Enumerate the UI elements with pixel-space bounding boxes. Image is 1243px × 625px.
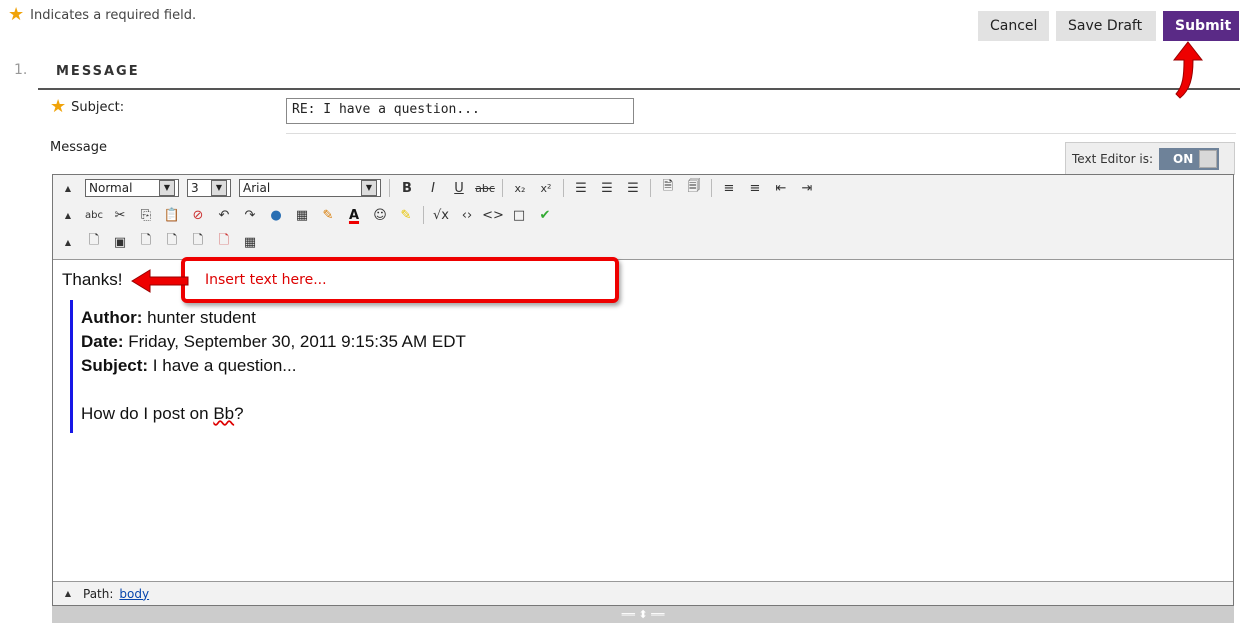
draw-icon[interactable]: ✎ — [319, 206, 337, 224]
size-select[interactable]: 3 ▼ — [187, 179, 231, 197]
collapse-path-icon[interactable]: ▲ — [59, 585, 77, 603]
section-number: 1. — [14, 62, 28, 78]
bulleted-list-icon[interactable]: ≡ — [746, 179, 764, 197]
required-note: ★ Indicates a required field. — [8, 4, 197, 25]
insert-image-icon[interactable]: ▣ — [111, 233, 129, 251]
annotation-callout: Insert text here... — [181, 257, 619, 303]
highlight-icon[interactable]: ✎ — [397, 206, 415, 224]
section-title: MESSAGE — [56, 64, 140, 79]
subject-label: ★ Subject: — [50, 96, 125, 117]
required-star-icon: ★ — [8, 4, 25, 25]
collapse-toolbar-icon[interactable]: ▲ — [59, 206, 77, 224]
outdent-icon[interactable]: ⇤ — [772, 179, 790, 197]
table-icon[interactable]: ▦ — [293, 206, 311, 224]
required-star-icon: ★ — [50, 96, 67, 117]
align-left-icon[interactable]: ☰ — [572, 179, 590, 197]
font-select[interactable]: Arial ▼ — [239, 179, 381, 197]
cancel-button[interactable]: Cancel — [978, 11, 1049, 41]
italic-icon[interactable]: I — [424, 179, 442, 197]
find-icon[interactable]: 🗎 — [659, 179, 677, 197]
toolbar-row-3: ▲ 🗋 ▣ 🗋 🗋 🗋 🗋 ▦ — [59, 231, 259, 253]
undo-icon[interactable]: ↶ — [215, 206, 233, 224]
toolbar-row-1: ▲ Normal ▼ 3 ▼ Arial ▼ B I U abc x₂ x² ☰ ☰ … — [59, 177, 816, 199]
dropdown-arrow-icon: ▼ — [211, 180, 227, 196]
separator — [563, 179, 564, 197]
collapse-toolbar-icon[interactable]: ▲ — [59, 179, 77, 197]
cut-icon[interactable]: ✂ — [111, 206, 129, 224]
separator — [711, 179, 712, 197]
superscript-icon[interactable]: x² — [537, 179, 555, 197]
dropdown-arrow-icon: ▼ — [361, 180, 377, 196]
paste-icon[interactable]: 📋 — [163, 206, 181, 224]
subject-input[interactable]: RE: I have a question... — [286, 98, 634, 124]
path-bar: ▲ Path: body — [53, 581, 1233, 605]
reply-text[interactable]: Thanks! — [62, 270, 122, 290]
text-editor-toggle-box: Text Editor is: ON — [1065, 142, 1235, 175]
dropdown-arrow-icon: ▼ — [159, 180, 175, 196]
strikethrough-icon[interactable]: abc — [475, 179, 495, 197]
link-icon[interactable]: ● — [267, 206, 285, 224]
section-divider — [38, 88, 1240, 90]
redo-icon[interactable]: ↷ — [241, 206, 259, 224]
save-draft-button[interactable]: Save Draft — [1056, 11, 1156, 41]
fullscreen-icon[interactable]: □ — [510, 206, 528, 224]
separator — [389, 179, 390, 197]
insert-flash-icon[interactable]: 🗋 — [215, 233, 233, 251]
separator — [650, 179, 651, 197]
mashup-icon[interactable]: ▦ — [241, 233, 259, 251]
insert-media-icon[interactable]: 🗋 — [137, 233, 155, 251]
path-body-link[interactable]: body — [119, 587, 149, 601]
text-editor-label: Text Editor is: — [1072, 151, 1154, 166]
insert-audio-icon[interactable]: 🗋 — [189, 233, 207, 251]
unlink-icon[interactable]: ⊘ — [189, 206, 207, 224]
separator — [423, 206, 424, 224]
divider — [286, 133, 1236, 134]
underline-icon[interactable]: U — [450, 179, 468, 197]
bold-icon[interactable]: B — [398, 179, 416, 197]
separator — [502, 179, 503, 197]
copy-icon[interactable]: ⎘ — [137, 206, 155, 224]
text-editor-toggle[interactable]: ON — [1159, 147, 1220, 170]
toggle-state: ON — [1173, 151, 1194, 166]
submit-button[interactable]: Submit — [1163, 11, 1239, 41]
attach-file-icon[interactable]: 🗋 — [85, 233, 103, 251]
annotation-arrow-up-icon — [1172, 41, 1204, 99]
numbered-list-icon[interactable]: ≡ — [720, 179, 738, 197]
emoticon-icon[interactable]: ☺ — [371, 206, 389, 224]
equation-icon[interactable]: √x — [432, 206, 450, 224]
toolbar-row-2: ▲ abc ✂ ⎘ 📋 ⊘ ↶ ↷ ● ▦ ✎ A ☺ ✎ √x ‹› <> □… — [59, 204, 554, 226]
html-icon[interactable]: <> — [482, 206, 504, 224]
indent-icon[interactable]: ⇥ — [798, 179, 816, 197]
resize-handle[interactable]: ══ ⬍ ══ — [52, 606, 1234, 623]
preview-icon[interactable]: ✔ — [536, 206, 554, 224]
collapse-toolbar-icon[interactable]: ▲ — [59, 233, 77, 251]
toggle-knob[interactable] — [1199, 149, 1218, 168]
code-icon[interactable]: ‹› — [458, 206, 476, 224]
align-center-icon[interactable]: ☰ — [598, 179, 616, 197]
editor-toolbar: ▲ Normal ▼ 3 ▼ Arial ▼ B I U abc x₂ x² ☰ ☰ … — [53, 175, 1233, 260]
text-color-icon[interactable]: A — [345, 206, 363, 224]
quoted-message: Author: hunter student Date: Friday, Sep… — [81, 308, 466, 423]
subscript-icon[interactable]: x₂ — [511, 179, 529, 197]
message-label: Message — [50, 140, 107, 155]
quote-bar — [70, 300, 73, 433]
insert-multimedia-icon[interactable]: 🗋 — [163, 233, 181, 251]
format-select[interactable]: Normal ▼ — [85, 179, 179, 197]
annotation-arrow-left-icon — [131, 269, 189, 293]
replace-icon[interactable]: 🗐 — [685, 179, 703, 197]
align-right-icon[interactable]: ☰ — [624, 179, 642, 197]
spellcheck-icon[interactable]: abc — [85, 206, 103, 224]
